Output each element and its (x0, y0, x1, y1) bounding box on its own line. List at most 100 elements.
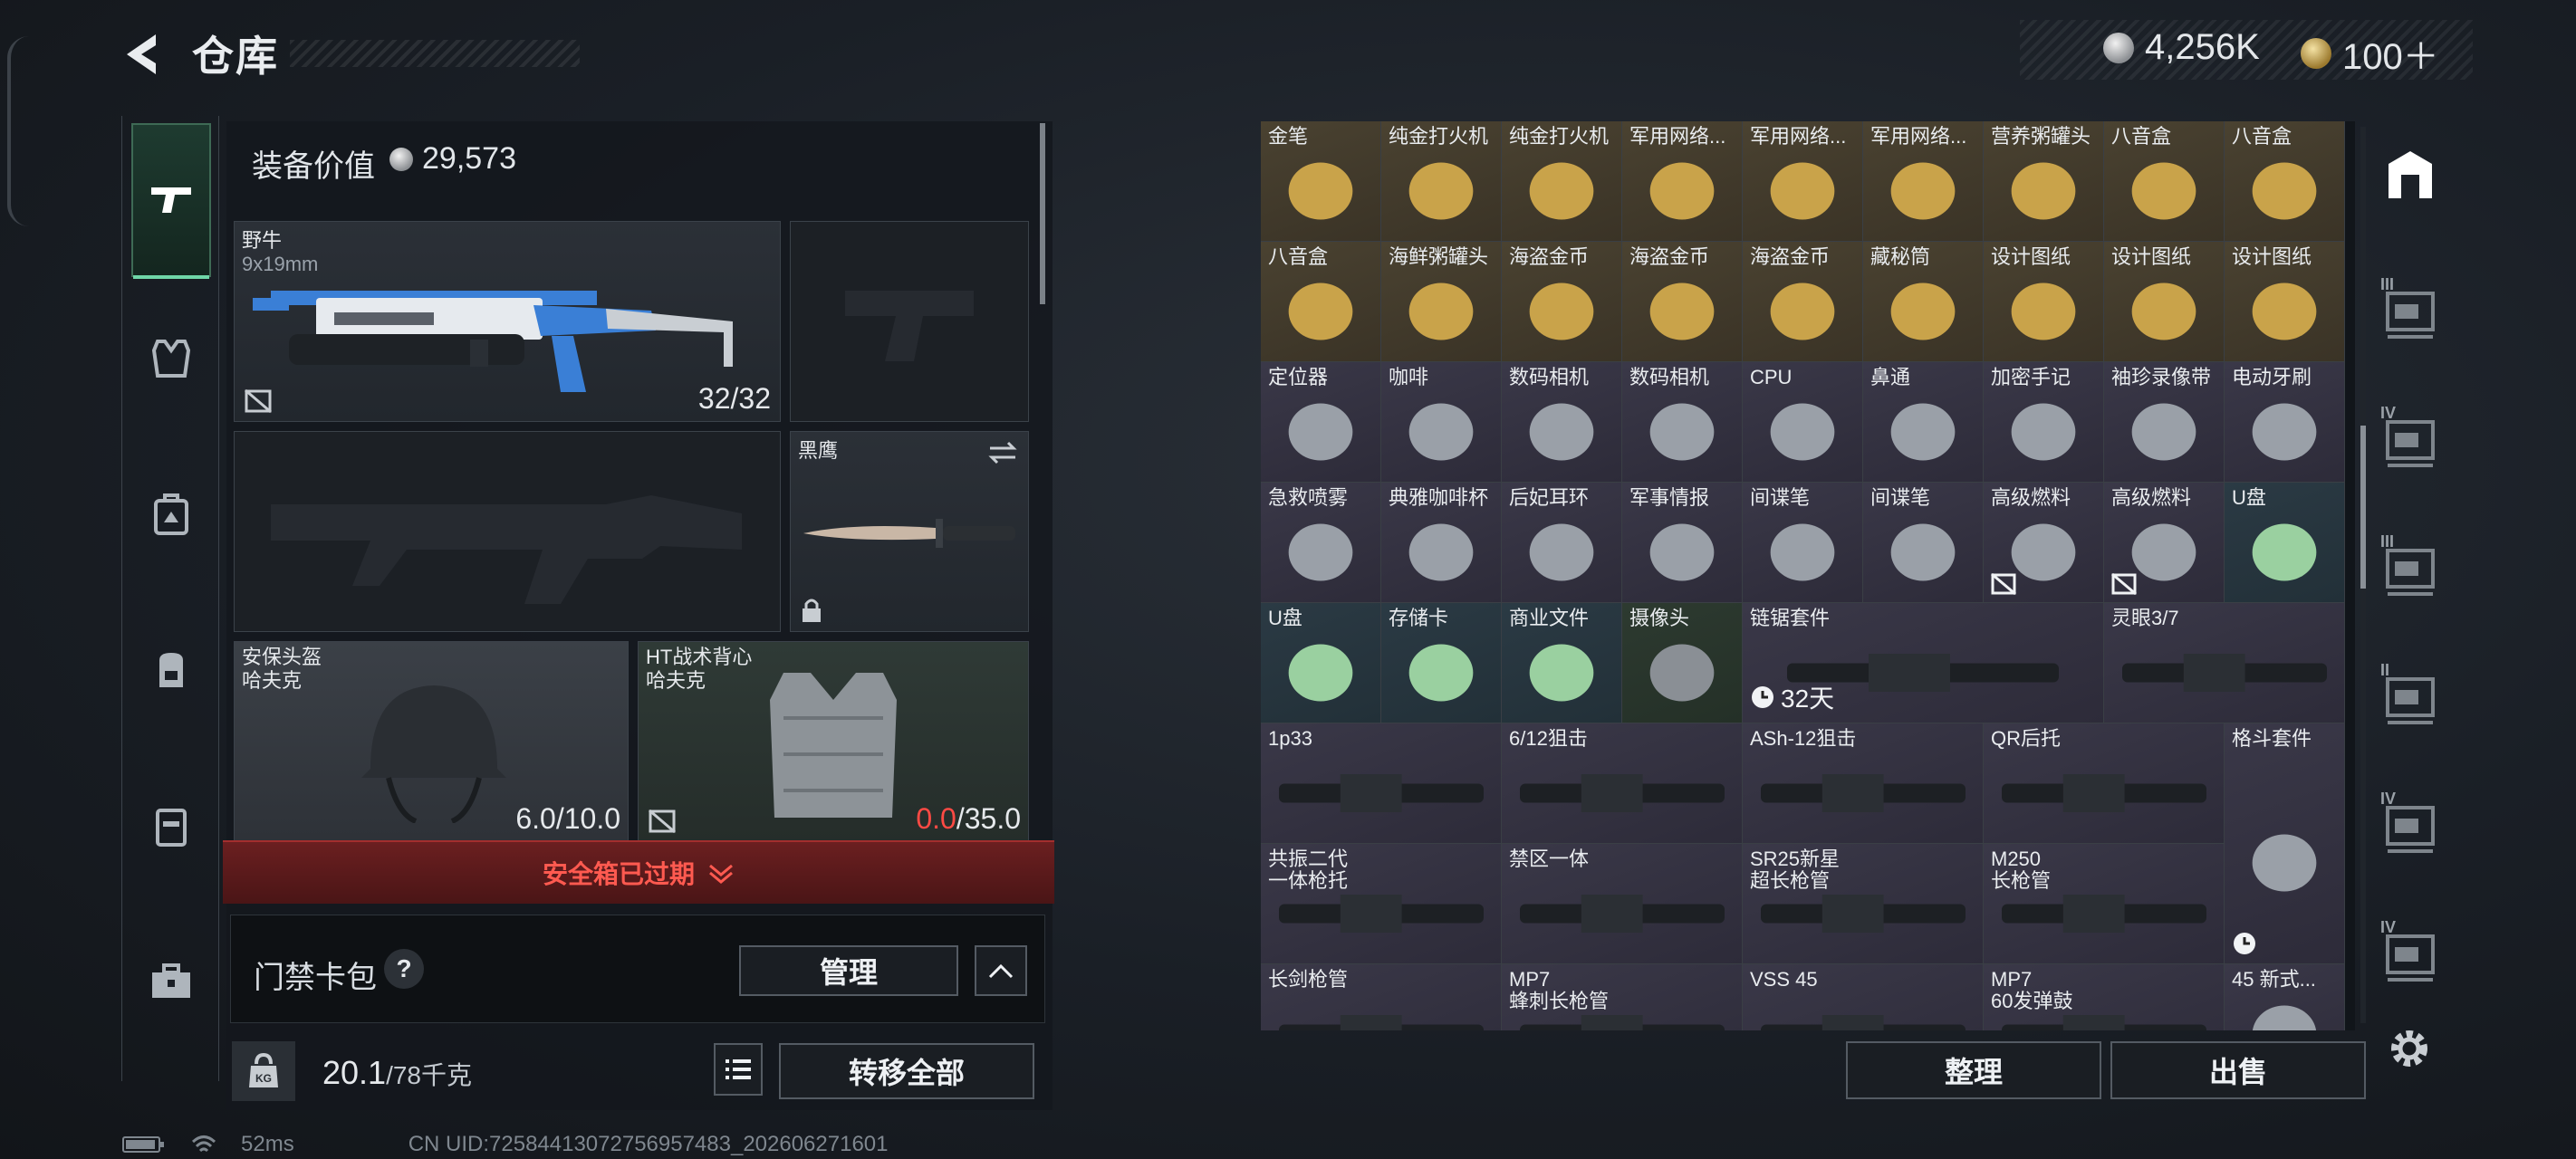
pistol-slot[interactable] (790, 221, 1029, 422)
safebox-expired-bar[interactable]: 安全箱已过期 (223, 840, 1054, 904)
silver-currency[interactable]: 4,256K (2103, 27, 2260, 68)
inventory-item[interactable]: 八音盒 (2104, 121, 2225, 242)
inventory-item[interactable]: 纯金打火机 (1502, 121, 1622, 242)
storage-tab-case[interactable]: II (2377, 661, 2444, 733)
inventory-item[interactable]: 军用网络... (1622, 121, 1743, 242)
inventory-item[interactable]: 灵眼3/7 (2104, 603, 2345, 723)
inventory-item[interactable]: 链锯套件 32天 (1743, 603, 2104, 723)
secondary-weapon-slot[interactable] (234, 431, 781, 632)
nav-armor[interactable] (131, 319, 211, 398)
inventory-item[interactable]: 营养粥罐头 (1984, 121, 2104, 242)
item-image (1278, 773, 1484, 812)
inventory-item[interactable]: 电动牙刷 (2225, 362, 2345, 483)
inventory-item[interactable]: 1p33 (1261, 723, 1502, 844)
nav-weapons[interactable] (131, 123, 211, 279)
melee-slot[interactable]: 黑鹰 (790, 431, 1029, 632)
inventory-item[interactable]: 数码相机 (1502, 362, 1622, 483)
inventory-item[interactable]: 间谍笔 (1743, 483, 1863, 603)
manage-button[interactable]: 管理 (739, 945, 958, 996)
inventory-item[interactable]: 45 新式... (2225, 964, 2345, 1030)
inventory-item[interactable]: 商业文件 (1502, 603, 1622, 723)
inventory-item[interactable]: 摄像头 (1622, 603, 1743, 723)
nav-backpack[interactable] (131, 630, 211, 710)
item-name: MP7 (1991, 968, 2033, 991)
inventory-item[interactable]: 金笔 (1261, 121, 1381, 242)
storage-tab-case[interactable]: IV (2377, 790, 2444, 862)
inventory-item[interactable]: CPU (1743, 362, 1863, 483)
inventory-item[interactable]: 存储卡 (1381, 603, 1502, 723)
item-image (2131, 283, 2196, 340)
inventory-item[interactable]: 藏秘筒 (1863, 242, 1984, 362)
inventory-item[interactable]: 后妃耳环 (1502, 483, 1622, 603)
primary-weapon-slot[interactable]: 野牛 9x19mm 32/32 (234, 221, 781, 422)
nav-toolbox[interactable] (131, 942, 211, 1021)
inventory-item[interactable]: 长剑枪管 (1261, 964, 1502, 1030)
back-button[interactable] (118, 27, 172, 81)
vest-name: HT战术背心 (646, 646, 753, 668)
settings-button[interactable] (2384, 1023, 2435, 1078)
inventory-item[interactable]: 海盗金币 (1622, 242, 1743, 362)
inventory-item[interactable]: 禁区一体 (1502, 844, 1743, 964)
storage-tab-case[interactable]: III (2377, 532, 2444, 605)
nav-backpack-rig[interactable] (131, 474, 211, 554)
inventory-item[interactable]: 定位器 (1261, 362, 1381, 483)
inventory-item[interactable]: 数码相机 (1622, 362, 1743, 483)
item-name: 高级燃料 (1991, 486, 2071, 509)
inventory-item[interactable]: VSS 45 (1743, 964, 1984, 1030)
inventory-item[interactable]: 纯金打火机 (1381, 121, 1502, 242)
expand-keycard-button[interactable] (975, 945, 1027, 996)
inventory-item[interactable]: MP7 60发弹鼓 (1984, 964, 2225, 1030)
inventory-item[interactable]: 八音盒 (2225, 121, 2345, 242)
inventory-item[interactable]: 八音盒 (1261, 242, 1381, 362)
inventory-item[interactable]: 间谍笔 (1863, 483, 1984, 603)
sort-button[interactable]: 整理 (1846, 1041, 2101, 1099)
storage-tab-case[interactable]: IV (2377, 404, 2444, 476)
helmet-name: 安保头盔 (242, 646, 322, 668)
sell-button[interactable]: 出售 (2110, 1041, 2366, 1099)
inventory-item[interactable]: 急救喷雾 (1261, 483, 1381, 603)
help-icon[interactable]: ? (384, 949, 424, 989)
inventory-item[interactable]: 海盗金币 (1743, 242, 1863, 362)
inventory-item[interactable]: M250 长枪管 (1984, 844, 2225, 964)
swap-icon[interactable] (986, 439, 1019, 466)
inventory-item[interactable]: U盘 (2225, 483, 2345, 603)
inventory-item[interactable]: 海鲜粥罐头 (1381, 242, 1502, 362)
inventory-item[interactable]: 高级燃料 (2104, 483, 2225, 603)
inventory-item[interactable]: 格斗套件 (2225, 723, 2345, 964)
storage-tab-case[interactable]: IV (2377, 918, 2444, 991)
item-name: 灵眼3/7 (2111, 607, 2179, 629)
inventory-item[interactable]: 共振二代 一体枪托 (1261, 844, 1502, 964)
helmet-durability: 6.0/10.0 (515, 802, 620, 835)
inventory-item[interactable]: 设计图纸 (1984, 242, 2104, 362)
nav-case[interactable] (131, 786, 211, 866)
storage-tab-case[interactable]: III (2377, 275, 2444, 348)
empty-rifle-silhouette-icon (271, 495, 742, 604)
inventory-item[interactable]: 军事情报 (1622, 483, 1743, 603)
gold-currency[interactable]: 100＋ (2301, 27, 2439, 80)
loadout-scrollbar[interactable] (1040, 123, 1045, 304)
inventory-item[interactable]: 咖啡 (1381, 362, 1502, 483)
inventory-item[interactable]: 高级燃料 (1984, 483, 2104, 603)
inventory-item[interactable]: QR后托 (1984, 723, 2225, 844)
inventory-scrollbar-thumb[interactable] (2360, 426, 2366, 589)
inventory-item[interactable]: 设计图纸 (2225, 242, 2345, 362)
inventory-item[interactable]: 典雅咖啡杯 (1381, 483, 1502, 603)
inventory-item[interactable]: 6/12狙击 (1502, 723, 1743, 844)
inventory-item[interactable]: 军用网络... (1863, 121, 1984, 242)
inventory-item[interactable]: 设计图纸 (2104, 242, 2225, 362)
inventory-item[interactable]: 海盗金币 (1502, 242, 1622, 362)
inventory-item[interactable]: 军用网络... (1743, 121, 1863, 242)
list-view-button[interactable] (714, 1043, 763, 1096)
inventory-item[interactable]: MP7 蜂刺长枪管 (1502, 964, 1743, 1030)
helmet-slot[interactable]: 安保头盔 哈夫克 6.0/10.0 (234, 641, 629, 842)
inventory-item[interactable]: 加密手记 (1984, 362, 2104, 483)
inventory-item[interactable]: 鼻通 (1863, 362, 1984, 483)
vest-brand: 哈夫克 (646, 669, 706, 692)
inventory-item[interactable]: SR25新星 超长枪管 (1743, 844, 1984, 964)
transfer-all-button[interactable]: 转移全部 (779, 1043, 1034, 1099)
vest-slot[interactable]: HT战术背心 哈夫克 0.0/35.0 (638, 641, 1029, 842)
inventory-item[interactable]: ASh-12狙击 (1743, 723, 1984, 844)
inventory-item[interactable]: U盘 (1261, 603, 1381, 723)
storage-tab-all[interactable] (2369, 134, 2451, 216)
inventory-item[interactable]: 袖珍录像带 (2104, 362, 2225, 483)
